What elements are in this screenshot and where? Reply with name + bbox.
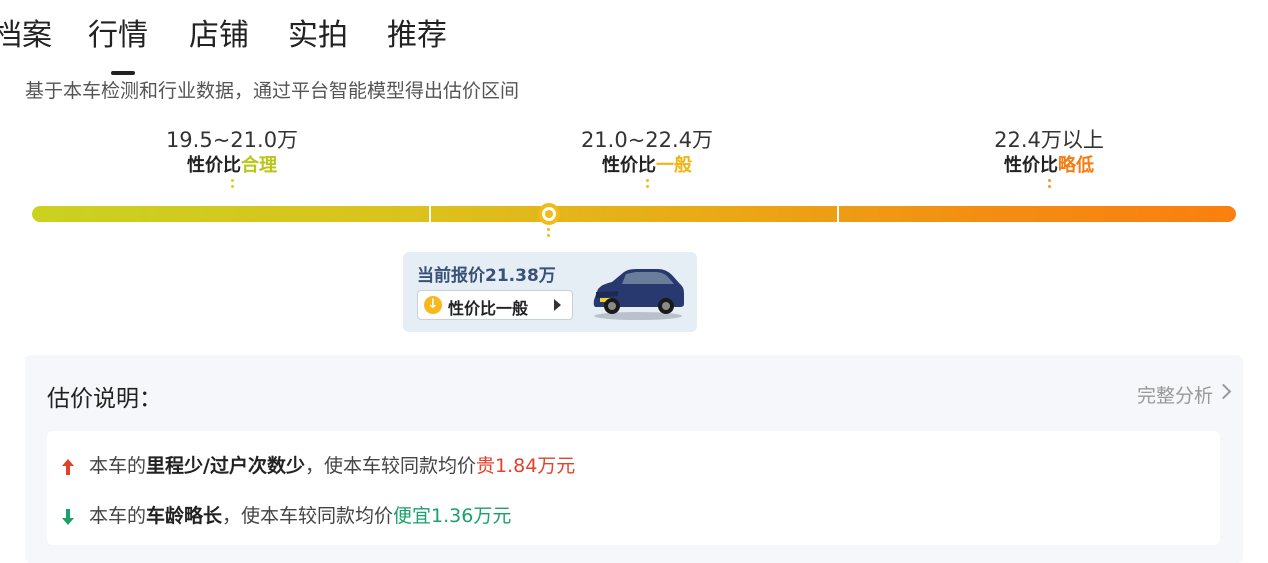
factor-highlight: 车龄略长 <box>146 505 223 527</box>
play-arrow-icon <box>554 299 561 311</box>
range-label: 性价比略低 <box>1004 155 1094 176</box>
factor-item: 本车的里程少/过户次数少，使本车较同款均价贵1.84万元 <box>61 451 575 478</box>
tab-recommend[interactable]: 推荐 <box>387 14 447 58</box>
tab-store[interactable]: 店铺 <box>189 14 249 58</box>
factor-item: 本车的车龄略长，使本车较同款均价便宜1.36万元 <box>61 501 511 528</box>
range-label: 性价比合理 <box>187 155 277 176</box>
arrow-down-circle-icon: ↓ <box>424 296 442 314</box>
tab-bar: 档案 行情 店铺 实拍 推荐 <box>0 14 600 75</box>
range-dots <box>645 179 649 188</box>
range-low: 22.4万以上 性价比略低 <box>899 126 1199 188</box>
marker-connector-dots <box>547 228 550 240</box>
full-analysis-link[interactable]: 完整分析 <box>1137 381 1213 408</box>
valuation-explanation-panel: 估价说明： 完整分析 本车的里程少/过户次数少，使本车较同款均价贵1.84万元 … <box>25 355 1243 563</box>
value-level-button[interactable]: ↓ 性价比一般 <box>417 290 573 320</box>
tab-photos[interactable]: 实拍 <box>288 14 348 58</box>
range-dots <box>1047 179 1051 188</box>
price-range-track <box>32 206 1236 222</box>
range-level: 略低 <box>1058 155 1094 176</box>
range-price: 21.0~22.4万 <box>580 128 714 152</box>
range-dots <box>230 179 234 188</box>
value-level-label: 性价比一般 <box>448 299 529 318</box>
current-price-text: 当前报价21.38万 <box>417 266 556 286</box>
car-image <box>593 269 684 320</box>
range-label: 性价比一般 <box>602 155 692 176</box>
track-divider <box>429 204 431 224</box>
chevron-right-icon[interactable] <box>1215 383 1232 400</box>
arrow-down-icon <box>62 508 74 525</box>
active-tab-indicator <box>111 71 135 75</box>
range-price: 19.5~21.0万 <box>165 128 299 152</box>
current-price-card: 当前报价21.38万 ↓ 性价比一般 <box>403 252 697 332</box>
explanation-title: 估价说明： <box>47 386 162 412</box>
current-price-marker <box>538 203 560 225</box>
valuation-subtitle: 基于本车检测和行业数据，通过平台智能模型得出估价区间 <box>25 80 520 102</box>
range-average: 21.0~22.4万 性价比一般 <box>497 126 797 188</box>
factor-highlight: 里程少/过户次数少 <box>146 455 305 477</box>
tab-market[interactable]: 行情 <box>88 14 148 58</box>
factor-effect: 贵1.84万元 <box>475 455 576 477</box>
range-level: 一般 <box>656 155 692 176</box>
track-divider <box>837 204 839 224</box>
factor-effect: 便宜1.36万元 <box>393 505 512 527</box>
range-price: 22.4万以上 <box>994 128 1104 152</box>
range-level: 合理 <box>241 155 277 176</box>
tab-archive[interactable]: 档案 <box>0 14 52 58</box>
factor-list: 本车的里程少/过户次数少，使本车较同款均价贵1.84万元 本车的车龄略长，使本车… <box>47 431 1220 545</box>
arrow-up-icon <box>62 458 74 475</box>
range-reasonable: 19.5~21.0万 性价比合理 <box>82 126 382 188</box>
